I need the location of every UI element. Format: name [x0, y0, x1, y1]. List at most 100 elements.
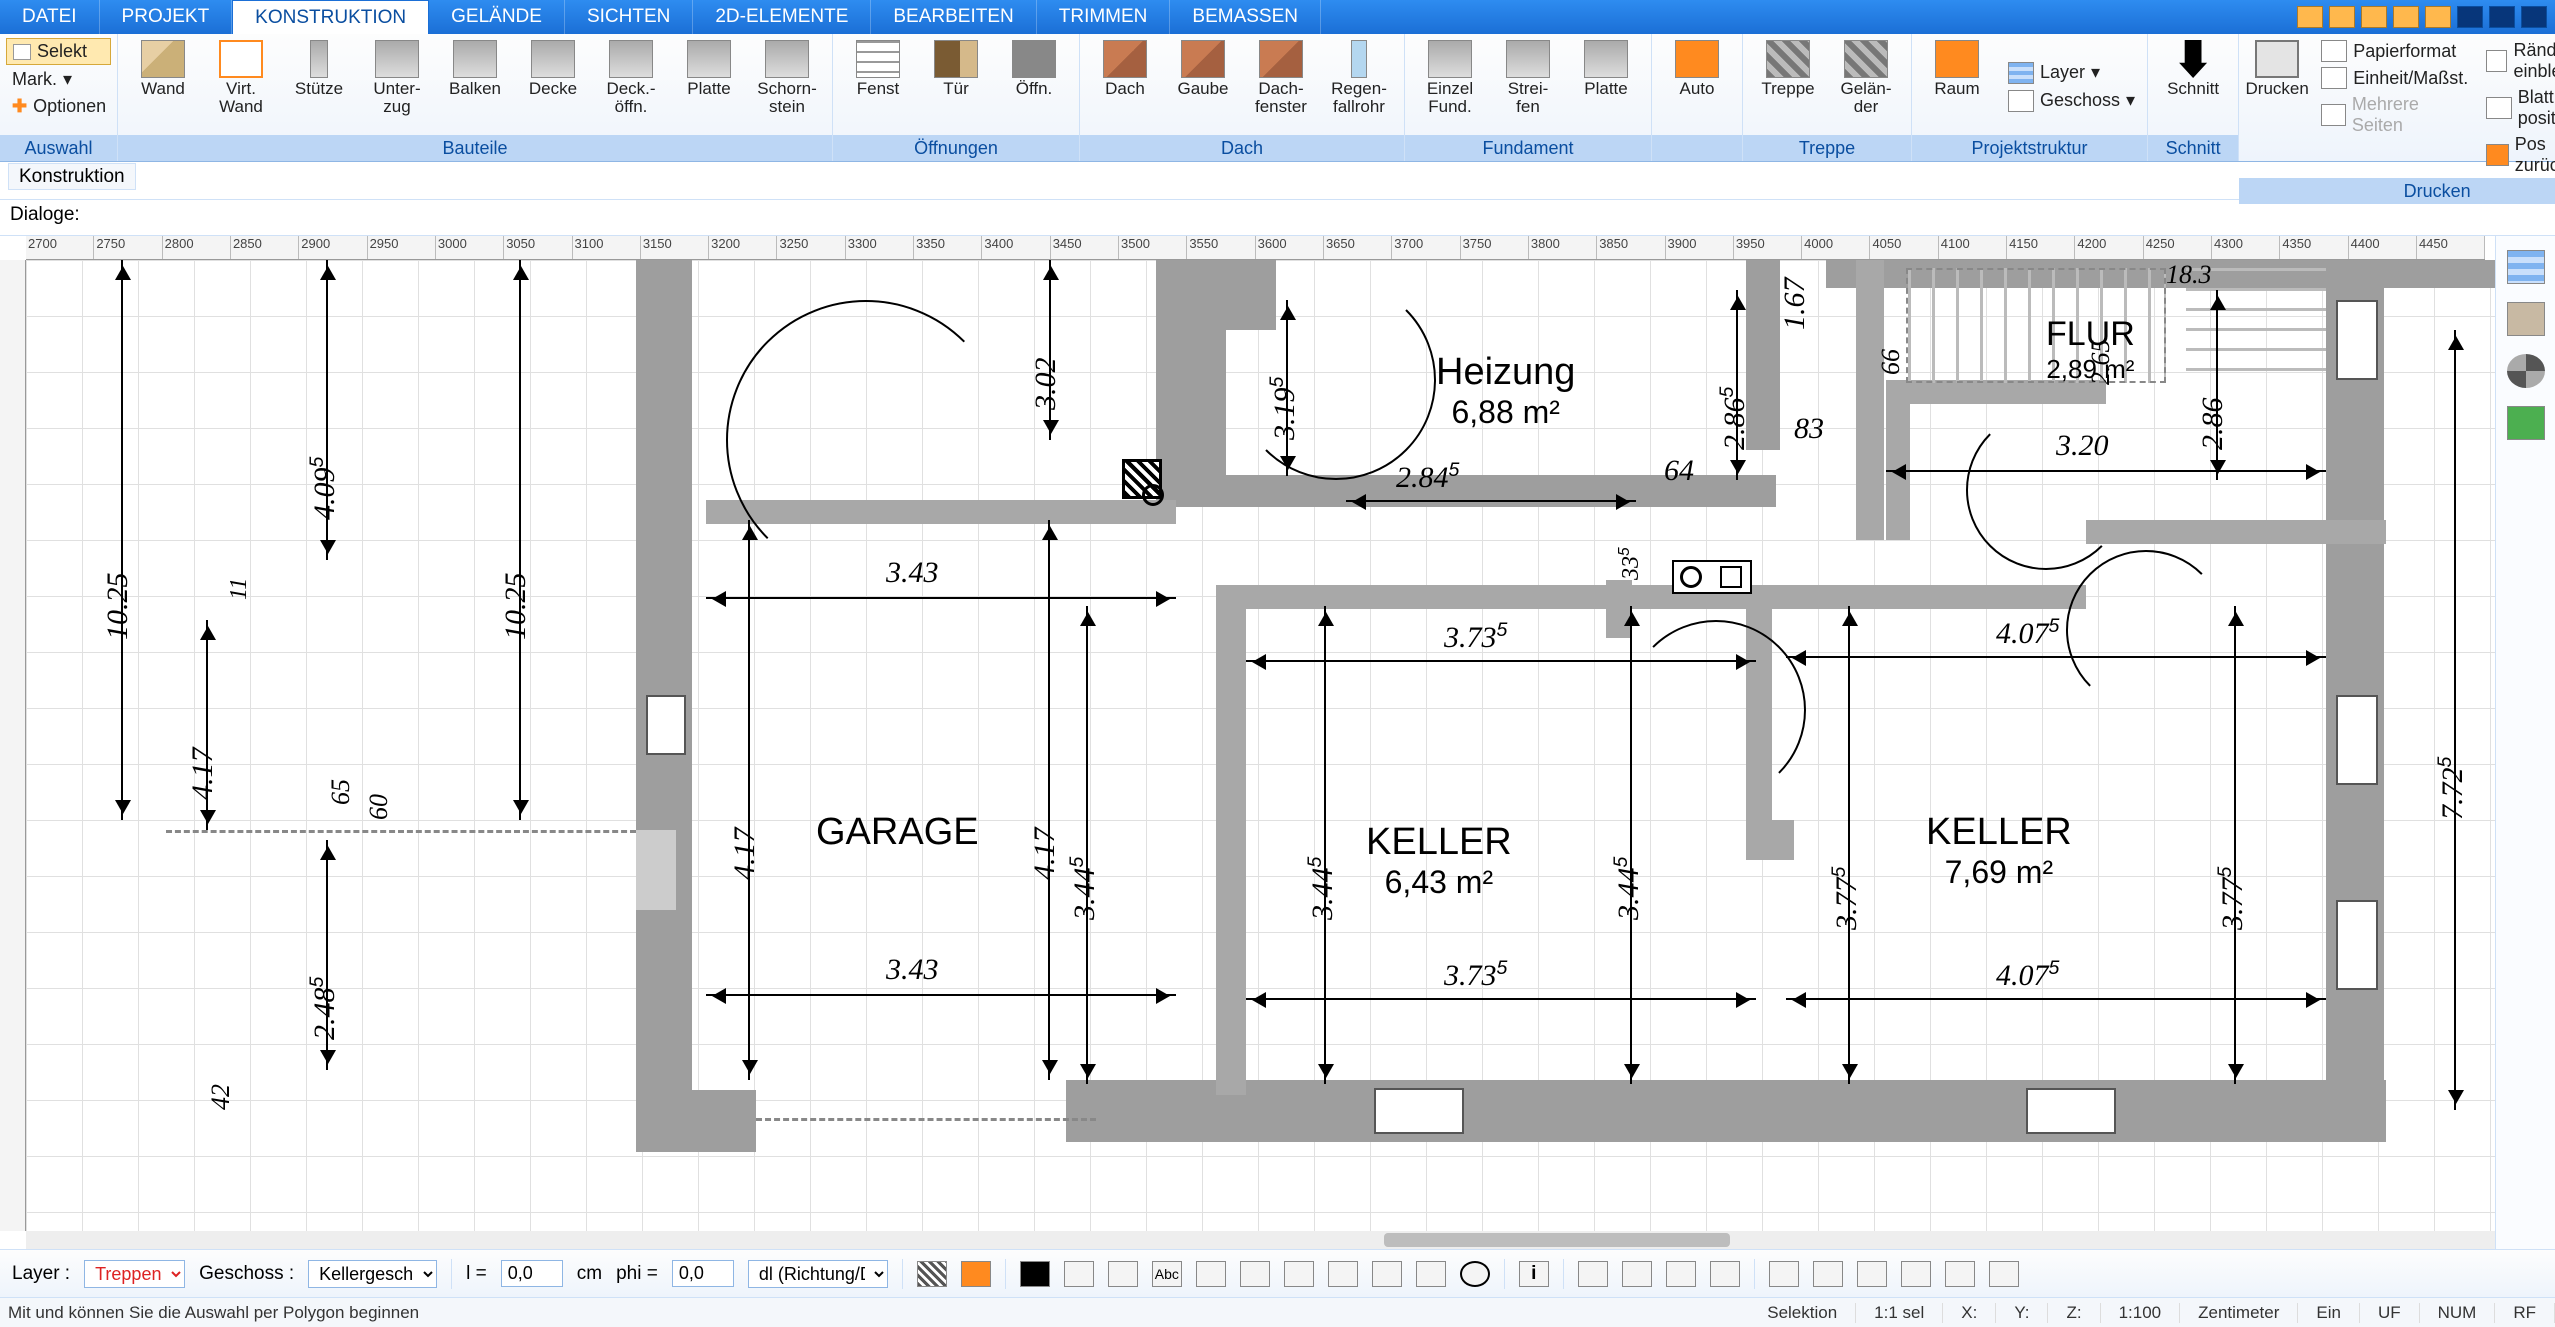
- rect2-icon[interactable]: [1284, 1261, 1314, 1287]
- raum-button[interactable]: Raum: [1918, 38, 1996, 135]
- arrow-icon[interactable]: [1989, 1261, 2019, 1287]
- fenster-button[interactable]: Fenst: [839, 38, 917, 135]
- dim: 2.865: [1716, 387, 1752, 450]
- tab-datei[interactable]: DATEI: [0, 0, 100, 34]
- oeffnung-button[interactable]: Öffn.: [995, 38, 1073, 135]
- group-auto: [1652, 135, 1742, 161]
- auto-button[interactable]: Auto: [1658, 38, 1736, 135]
- copy-icon[interactable]: [1769, 1261, 1799, 1287]
- rect3-icon[interactable]: [1328, 1261, 1358, 1287]
- mark-button[interactable]: Mark. ▾: [6, 67, 111, 92]
- layers-icon[interactable]: [2507, 250, 2545, 284]
- blatt-position-button[interactable]: Blatt position.: [2480, 85, 2555, 131]
- help-icon[interactable]: [2425, 6, 2451, 28]
- tuer-button[interactable]: Tür: [917, 38, 995, 135]
- mode-select[interactable]: dl (Richtung/Di: [748, 1260, 888, 1288]
- papierformat-button[interactable]: Papierformat: [2315, 38, 2474, 64]
- layer-dropdown[interactable]: Layer ▾: [2002, 60, 2141, 86]
- geschoss-dropdown[interactable]: Geschoss ▾: [2002, 88, 2141, 114]
- raender-button[interactable]: Ränder einblend.: [2480, 38, 2555, 84]
- grid4-icon[interactable]: [1901, 1261, 1931, 1287]
- tree-icon[interactable]: [2507, 406, 2545, 440]
- layer-select[interactable]: Treppen: [84, 1260, 185, 1288]
- hatch-icon[interactable]: [917, 1261, 947, 1287]
- tab-sichten[interactable]: SICHTEN: [565, 0, 693, 34]
- unterzug-button[interactable]: Unter-zug: [358, 38, 436, 135]
- geschoss-label: Geschoss :: [199, 1263, 294, 1285]
- wand-button[interactable]: Wand: [124, 38, 202, 135]
- tab-projekt[interactable]: PROJEKT: [100, 0, 233, 34]
- gelaender-button[interactable]: Gelän-der: [1827, 38, 1905, 135]
- close-icon[interactable]: [2521, 6, 2547, 28]
- grid-icon[interactable]: [1372, 1261, 1402, 1287]
- geschoss-select[interactable]: Kellergesch: [308, 1260, 437, 1288]
- einheit-button[interactable]: Einheit/Maßst.: [2315, 65, 2474, 91]
- view2-icon[interactable]: [1622, 1261, 1652, 1287]
- pos-reset-button[interactable]: Pos zurücksetz.: [2480, 132, 2555, 178]
- align-left-icon[interactable]: [1020, 1261, 1050, 1287]
- selekt-button[interactable]: Selekt: [6, 38, 111, 65]
- view4-icon[interactable]: [1710, 1261, 1740, 1287]
- tool-icon[interactable]: [2329, 6, 2355, 28]
- optionen-button[interactable]: ✚Optionen: [6, 94, 111, 119]
- dach-button[interactable]: Dach: [1086, 38, 1164, 135]
- align-right-icon[interactable]: [1108, 1261, 1138, 1287]
- gaube-button[interactable]: Gaube: [1164, 38, 1242, 135]
- furniture-icon[interactable]: [2507, 302, 2545, 336]
- view1-icon[interactable]: [1578, 1261, 1608, 1287]
- tab-konstruktion[interactable]: KONSTRUKTION: [232, 0, 429, 34]
- phi-input[interactable]: [672, 1260, 734, 1287]
- grid2-icon[interactable]: [1416, 1261, 1446, 1287]
- minimize-icon[interactable]: [2457, 6, 2483, 28]
- schornstein-button[interactable]: Schorn-stein: [748, 38, 826, 135]
- treppe-button[interactable]: Treppe: [1749, 38, 1827, 135]
- floorplan-canvas[interactable]: GARAGE Heizung6,88 m² FLUR2,89 m² KELLER…: [26, 260, 2495, 1231]
- l-input[interactable]: [501, 1260, 563, 1287]
- target-small-icon[interactable]: [1945, 1261, 1975, 1287]
- print-icon[interactable]: [1813, 1261, 1843, 1287]
- mehrere-seiten-button[interactable]: Mehrere Seiten: [2315, 92, 2474, 138]
- schnitt-button[interactable]: Schnitt: [2154, 38, 2232, 135]
- phi-label: phi =: [616, 1263, 658, 1285]
- tab-bemassen[interactable]: BEMASSEN: [1170, 0, 1321, 34]
- fundplatte-button[interactable]: Platte: [1567, 38, 1645, 135]
- tool-icon[interactable]: [2393, 6, 2419, 28]
- streifen-button[interactable]: Strei-fen: [1489, 38, 1567, 135]
- dim-icon[interactable]: [1196, 1261, 1226, 1287]
- tool-icon[interactable]: [2297, 6, 2323, 28]
- tool-icon[interactable]: [2361, 6, 2387, 28]
- info-icon[interactable]: i: [1519, 1261, 1549, 1287]
- target-icon[interactable]: [2507, 354, 2545, 388]
- tab-trimmen[interactable]: TRIMMEN: [1037, 0, 1171, 34]
- balken-button[interactable]: Balken: [436, 38, 514, 135]
- group-schnitt: Schnitt: [2148, 135, 2238, 161]
- group-projektstruktur: Projektstruktur: [1912, 135, 2147, 161]
- tab-2delemente[interactable]: 2D-ELEMENTE: [693, 0, 871, 34]
- decke-button[interactable]: Decke: [514, 38, 592, 135]
- tab-gelaende[interactable]: GELÄNDE: [429, 0, 565, 34]
- align-center-icon[interactable]: [1064, 1261, 1094, 1287]
- virtwand-button[interactable]: Virt.Wand: [202, 38, 280, 135]
- dim: 4.095: [306, 457, 342, 520]
- konstruktion-panel: Konstruktion: [0, 162, 2555, 200]
- einzelfund-button[interactable]: EinzelFund.: [1411, 38, 1489, 135]
- regenfallrohr-button[interactable]: Regen-fallrohr: [1320, 38, 1398, 135]
- nosign-icon[interactable]: [1460, 1261, 1490, 1287]
- tab-bearbeiten[interactable]: BEARBEITEN: [871, 0, 1036, 34]
- deckoeffn-button[interactable]: Deck.-öffn.: [592, 38, 670, 135]
- dachfenster-button[interactable]: Dach-fenster: [1242, 38, 1320, 135]
- h-scrollbar[interactable]: [26, 1231, 2495, 1249]
- grid3-icon[interactable]: [1857, 1261, 1887, 1287]
- maximize-icon[interactable]: [2489, 6, 2515, 28]
- view3-icon[interactable]: [1666, 1261, 1696, 1287]
- stuetze-button[interactable]: Stütze: [280, 38, 358, 135]
- dim: 3.735: [1444, 619, 1507, 655]
- platte-button[interactable]: Platte: [670, 38, 748, 135]
- dim: 4.17: [1028, 828, 1062, 881]
- text-icon[interactable]: Abc: [1152, 1261, 1182, 1287]
- dim: 335: [1616, 547, 1645, 580]
- drucken-button[interactable]: Drucken: [2245, 38, 2309, 178]
- drawing-area[interactable]: 2700275028002850290029503000305031003150…: [0, 236, 2555, 1249]
- rect-icon[interactable]: [1240, 1261, 1270, 1287]
- fill-icon[interactable]: [961, 1261, 991, 1287]
